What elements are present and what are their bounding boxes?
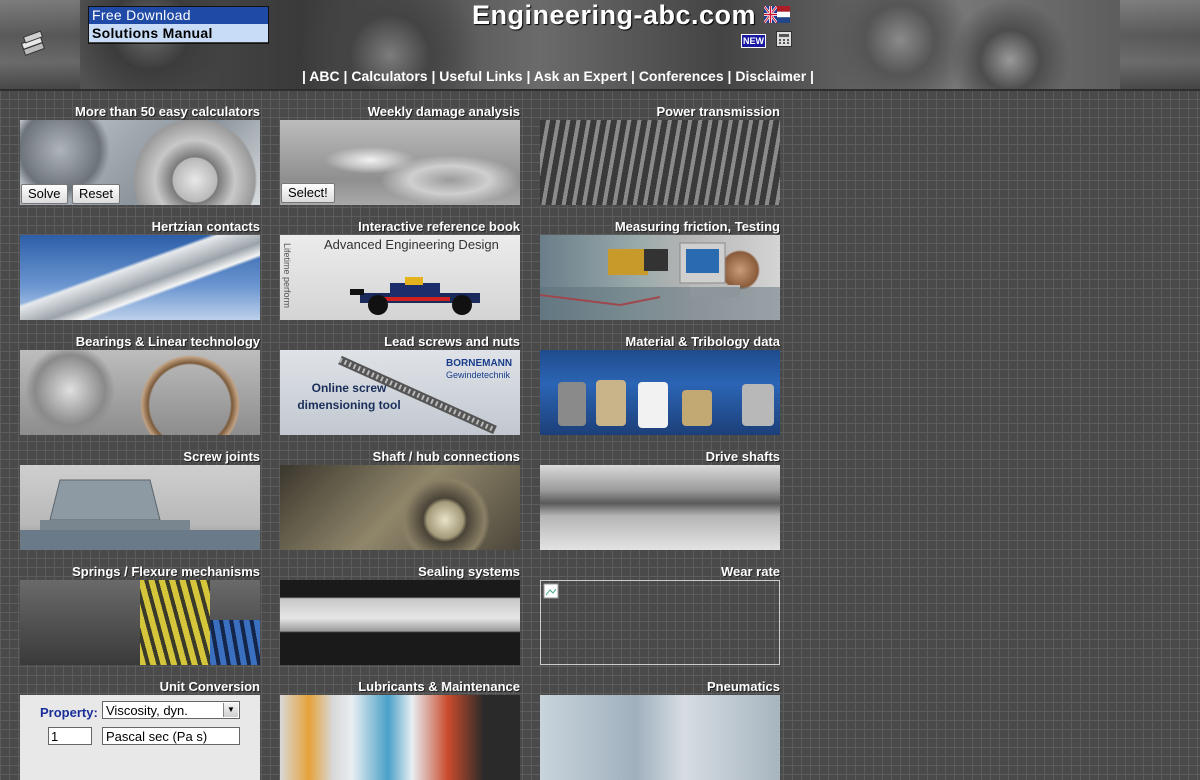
free-download-link[interactable]: Free Download [89, 7, 268, 24]
tile-lead-screws[interactable]: Lead screws and nuts Online screw dimens… [280, 334, 520, 435]
nav-abc[interactable]: ABC [309, 68, 339, 84]
dropdown-arrow-icon[interactable]: ▼ [223, 703, 238, 717]
unit-value: Pascal sec (Pa s) [106, 729, 208, 744]
nav-useful-links[interactable]: Useful Links [439, 68, 522, 84]
tile-measuring-friction[interactable]: Measuring friction, Testing [540, 219, 780, 320]
nav-separator: | [810, 68, 814, 84]
tile-title[interactable]: Material & Tribology data [540, 334, 780, 350]
free-download-box[interactable]: Free Download Solutions Manual [88, 6, 269, 44]
tile-title[interactable]: Lubricants & Maintenance [280, 679, 520, 695]
tile-title[interactable]: Wear rate [540, 564, 780, 580]
tile-title[interactable]: Interactive reference book [280, 219, 520, 235]
lab-equipment-icon [540, 242, 780, 320]
value-input[interactable]: 1 [48, 727, 92, 745]
gear-image[interactable]: Solve Reset [20, 120, 260, 205]
property-select[interactable]: Viscosity, dyn. ▼ [102, 701, 240, 719]
uk-nl-flag-icon[interactable] [764, 6, 790, 23]
nav-separator: | [343, 68, 348, 84]
nav-disclaimer[interactable]: Disclaimer [735, 68, 806, 84]
tile-title[interactable]: Measuring friction, Testing [540, 219, 780, 235]
tile-title[interactable]: Hertzian contacts [20, 219, 260, 235]
tile-screw-joints[interactable]: Screw joints [20, 449, 260, 550]
nav-separator: | [631, 68, 635, 84]
nav-separator: | [302, 68, 306, 84]
nav-separator: | [526, 68, 531, 84]
bornemann-subtitle: Gewindetechnik [446, 370, 511, 380]
tile-hertzian-contacts[interactable]: Hertzian contacts [20, 219, 260, 320]
tile-title[interactable]: Drive shafts [540, 449, 780, 465]
unit-select[interactable]: Pascal sec (Pa s) [102, 727, 240, 745]
tile-reference-book[interactable]: Interactive reference book Advanced Engi… [280, 219, 520, 320]
tile-title[interactable]: Unit Conversion [20, 679, 260, 695]
race-car-icon [350, 277, 480, 315]
top-navigation: | ABC | Calculators | Useful Links | Ask… [302, 68, 814, 84]
tile-drive-shafts[interactable]: Drive shafts [540, 449, 780, 550]
tile-title[interactable]: Power transmission [540, 104, 780, 120]
nav-separator: | [431, 68, 436, 84]
site-title[interactable]: Engineering-abc.com [472, 0, 756, 31]
nav-conferences[interactable]: Conferences [639, 68, 724, 84]
sealing-image[interactable] [280, 580, 520, 665]
header-banner: Free Download Solutions Manual Engineeri… [0, 0, 1200, 91]
bearing-contact-image[interactable] [20, 235, 260, 320]
bearings-image[interactable] [20, 350, 260, 435]
solve-button[interactable]: Solve [21, 184, 68, 204]
gears-image[interactable] [540, 120, 780, 205]
bornemann-brand: BORNEMANN [446, 358, 513, 369]
book-cover-image[interactable]: Advanced Engineering Design Lifetime per… [280, 235, 520, 320]
tile-title[interactable]: Shaft / hub connections [280, 449, 520, 465]
nut-image[interactable] [20, 465, 260, 550]
springs-image[interactable] [20, 580, 260, 665]
tile-title[interactable]: Weekly damage analysis [280, 104, 520, 120]
tile-shaft-hub[interactable]: Shaft / hub connections [280, 449, 520, 550]
tile-title[interactable]: Lead screws and nuts [280, 334, 520, 350]
broken-image-icon [543, 583, 559, 599]
tile-sealing[interactable]: Sealing systems [280, 564, 520, 665]
broken-image[interactable] [540, 580, 780, 665]
nav-calculators[interactable]: Calculators [351, 68, 427, 84]
unit-conversion-form: Property: Viscosity, dyn. ▼ 1 Pascal sec… [20, 695, 260, 780]
property-label: Property: [40, 705, 98, 720]
book-subtitle-text: Lifetime perform [282, 243, 292, 309]
tile-power-transmission[interactable]: Power transmission [540, 104, 780, 205]
drive-shaft-image[interactable] [540, 465, 780, 550]
property-value: Viscosity, dyn. [106, 703, 188, 718]
lead-screw-overlay-text: Online screw dimensioning tool [297, 381, 401, 412]
material-samples-image[interactable] [540, 350, 780, 435]
tile-bearings[interactable]: Bearings & Linear technology [20, 334, 260, 435]
shaft-hub-image[interactable] [280, 465, 520, 550]
pneumatics-image[interactable] [540, 695, 780, 780]
samples-icon [558, 380, 774, 428]
tile-title[interactable]: Bearings & Linear technology [20, 334, 260, 350]
banner-image-strip [1120, 0, 1200, 89]
select-button[interactable]: Select! [281, 183, 335, 203]
reset-button[interactable]: Reset [72, 184, 120, 204]
tile-pneumatics[interactable]: Pneumatics [540, 679, 780, 780]
damage-image[interactable]: Select! [280, 120, 520, 205]
calculator-icon[interactable] [776, 31, 792, 47]
tile-material-data[interactable]: Material & Tribology data [540, 334, 780, 435]
tile-lubricants[interactable]: Lubricants & Maintenance [280, 679, 520, 780]
hex-nut-icon [20, 479, 260, 550]
nav-ask-an-expert[interactable]: Ask an Expert [534, 68, 627, 84]
tile-damage-analysis[interactable]: Weekly damage analysis Select! [280, 104, 520, 205]
lab-image[interactable] [540, 235, 780, 320]
tile-title[interactable]: Sealing systems [280, 564, 520, 580]
new-badge[interactable]: NEW [741, 34, 766, 48]
tile-springs[interactable]: Springs / Flexure mechanisms [20, 564, 260, 665]
tile-title[interactable]: More than 50 easy calculators [20, 104, 260, 120]
tile-calculators[interactable]: More than 50 easy calculators Solve Rese… [20, 104, 260, 205]
tile-title[interactable]: Springs / Flexure mechanisms [20, 564, 260, 580]
lubricants-image[interactable] [280, 695, 520, 780]
nav-separator: | [727, 68, 732, 84]
lead-screw-image[interactable]: Online screw dimensioning tool BORNEMANN… [280, 350, 520, 435]
tile-unit-conversion[interactable]: Unit Conversion Property: Viscosity, dyn… [20, 679, 260, 780]
book-stack-icon[interactable] [20, 26, 46, 56]
tile-title[interactable]: Pneumatics [540, 679, 780, 695]
tile-wear-rate[interactable]: Wear rate [540, 564, 780, 665]
solutions-manual-link[interactable]: Solutions Manual [89, 24, 268, 42]
tile-title[interactable]: Screw joints [20, 449, 260, 465]
book-title-text: Advanced Engineering Design [324, 237, 499, 252]
